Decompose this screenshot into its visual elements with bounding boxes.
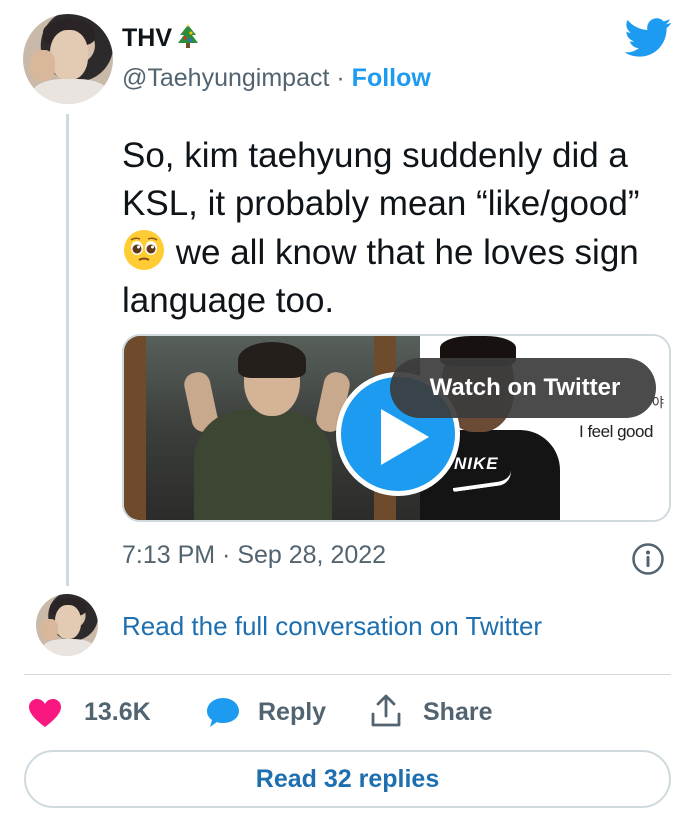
handle-separator: · (336, 64, 345, 92)
video-caption: I feel good (579, 422, 653, 441)
shirt-brand-text: NIKE (454, 454, 499, 473)
conversation-avatar[interactable] (36, 594, 98, 656)
author-name[interactable]: THV (122, 24, 172, 52)
read-full-conversation-link[interactable]: Read the full conversation on Twitter (122, 611, 542, 642)
author-avatar[interactable] (23, 14, 113, 104)
twitter-bird-icon[interactable] (624, 18, 672, 58)
info-icon[interactable] (631, 542, 665, 576)
read-replies-button[interactable]: Read 32 replies (24, 750, 671, 808)
reply-button[interactable]: Reply (258, 698, 326, 727)
heart-icon[interactable] (28, 698, 62, 728)
pleading-face-icon (124, 230, 164, 270)
tweet-timestamp[interactable]: 7:13 PM · Sep 28, 2022 (122, 541, 386, 570)
divider (24, 674, 671, 675)
tweet-text: So, kim taehyung suddenly did a KSL, it … (122, 132, 682, 325)
tweet-text-main: So, kim taehyung suddenly did a KSL, it … (122, 136, 640, 223)
share-icon[interactable] (370, 694, 402, 728)
action-bar: 13.6K Reply Share (0, 690, 700, 734)
author-handle[interactable]: @Taehyungimpact (122, 64, 329, 92)
author-handle-line: @Taehyungimpact · Follow (122, 64, 431, 93)
watch-on-twitter-button[interactable]: Watch on Twitter (390, 358, 656, 418)
like-count[interactable]: 13.6K (84, 698, 151, 727)
reply-bubble-icon[interactable] (205, 696, 241, 728)
author-name-row[interactable]: THV (122, 24, 199, 53)
share-button[interactable]: Share (423, 698, 492, 727)
christmas-tree-icon (177, 24, 199, 50)
follow-button[interactable]: Follow (352, 64, 431, 92)
thread-connector (66, 114, 69, 586)
tweet-text-tail: we all know that he loves sign language … (122, 233, 639, 320)
